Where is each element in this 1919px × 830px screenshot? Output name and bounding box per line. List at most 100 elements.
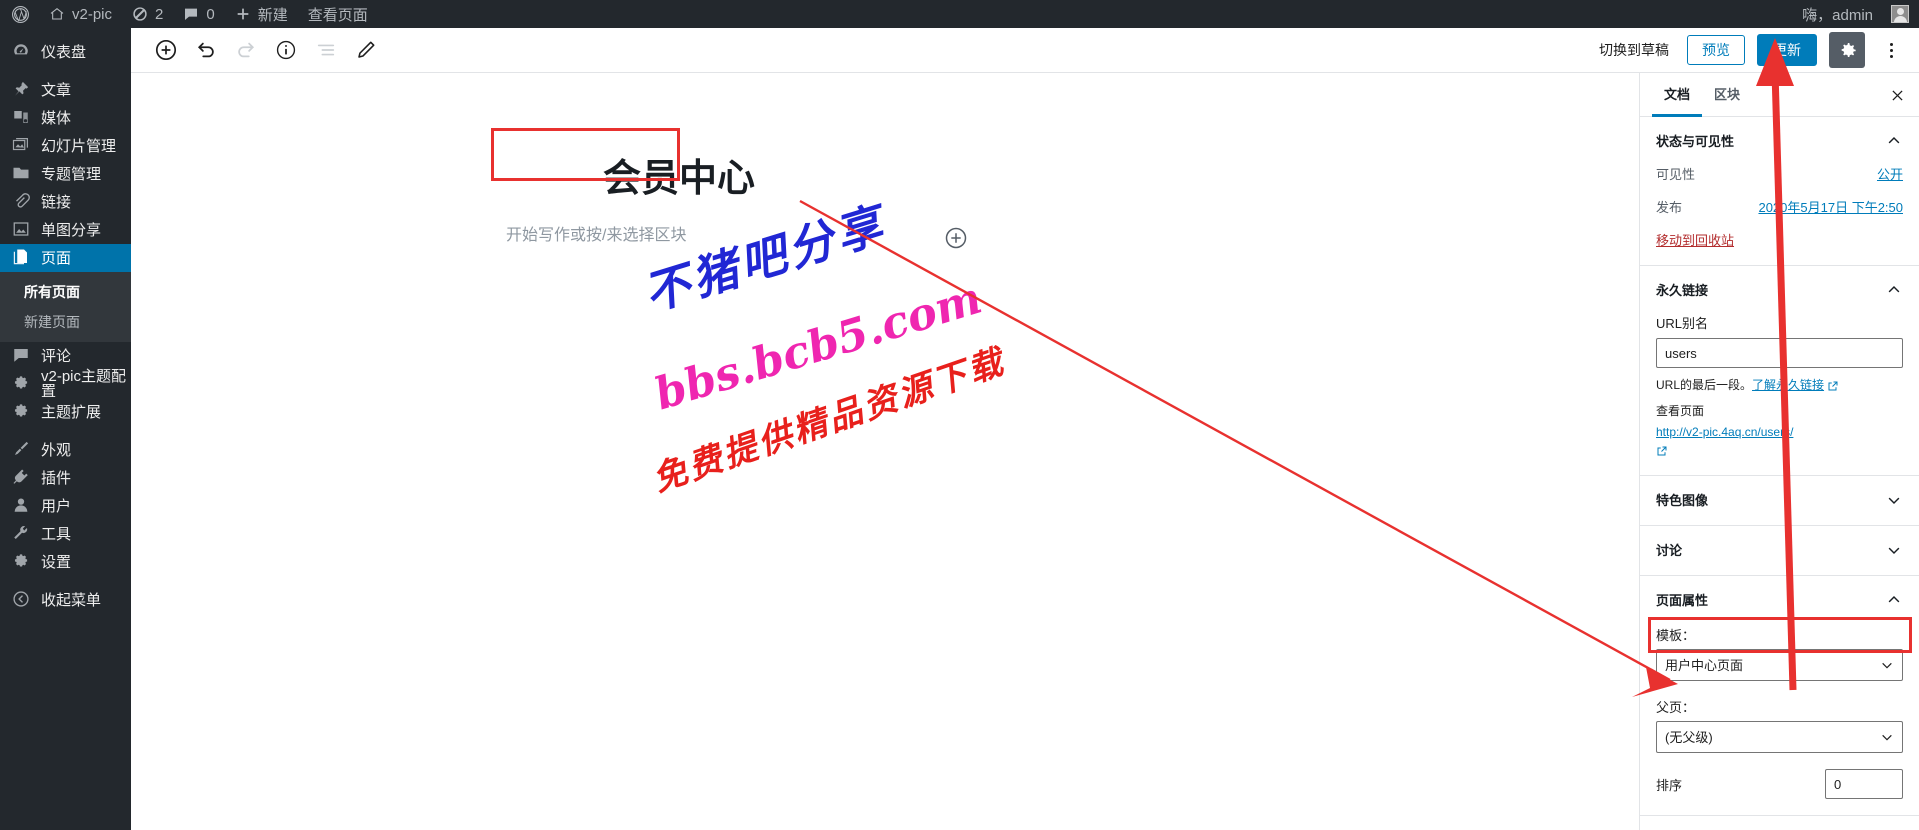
home-icon bbox=[49, 6, 65, 22]
tab-block[interactable]: 区块 bbox=[1702, 73, 1752, 117]
new-content-button[interactable]: 新建 bbox=[225, 0, 298, 28]
parent-label: 父页： bbox=[1656, 700, 1696, 715]
more-vertical-icon bbox=[1889, 42, 1893, 58]
content-info-button[interactable] bbox=[269, 33, 303, 67]
sidebar-item-label: 仪表盘 bbox=[41, 43, 87, 61]
editor-canvas[interactable]: 会员中心 开始写作或按/来选择区块 不猪吧分享 bbs.bcb5.com 免费提… bbox=[131, 73, 1639, 830]
update-button[interactable]: 更新 bbox=[1757, 33, 1817, 67]
sidebar-top-gap bbox=[0, 28, 131, 38]
order-input[interactable] bbox=[1825, 769, 1903, 799]
external-link-icon bbox=[1827, 380, 1839, 392]
sidebar-item-users[interactable]: 用户 bbox=[0, 492, 131, 520]
visibility-value-button[interactable]: 公开 bbox=[1877, 164, 1903, 183]
account-greeting: 嗨，admin bbox=[1802, 6, 1873, 24]
submenu-item-new-page[interactable]: 新建页面 bbox=[0, 307, 131, 337]
sidebar-item-collapse-menu[interactable]: 收起菜单 bbox=[0, 586, 131, 614]
sidebar-item-label: 设置 bbox=[41, 553, 72, 571]
sidebar-item-dashboard[interactable]: 仪表盘 bbox=[0, 38, 131, 66]
template-select[interactable]: 用户中心页面 bbox=[1656, 649, 1903, 681]
sidebar-item-label: 工具 bbox=[41, 525, 72, 543]
publish-date-button[interactable]: 2020年5月17日 下午2:50 bbox=[1758, 197, 1903, 216]
sidebar-item-settings[interactable]: 设置 bbox=[0, 548, 131, 576]
sidebar-item-pages[interactable]: 页面 bbox=[0, 244, 131, 272]
comments-count: 0 bbox=[206, 5, 215, 23]
panel-permalink-header[interactable]: 永久链接 bbox=[1656, 280, 1903, 299]
close-settings-button[interactable] bbox=[1879, 77, 1915, 113]
undo-icon bbox=[195, 39, 217, 61]
sidebar-item-comments[interactable]: 评论 bbox=[0, 342, 131, 370]
sidebar-gap-1 bbox=[0, 66, 131, 76]
comments-button[interactable]: 0 bbox=[173, 0, 224, 28]
comment-bubble-icon bbox=[183, 6, 199, 22]
new-content-label: 新建 bbox=[257, 6, 288, 24]
editor-header-actions: 切换到草稿 预览 更新 bbox=[1593, 32, 1919, 68]
close-icon bbox=[1889, 87, 1906, 104]
publish-row: 发布 2020年5月17日 下午2:50 bbox=[1656, 197, 1903, 216]
pin-icon bbox=[12, 80, 32, 100]
panel-discussion-header[interactable]: 讨论 bbox=[1656, 540, 1903, 559]
view-page-group: 查看页面 http://v2-pic.4aq.cn/users/ bbox=[1656, 402, 1903, 459]
sidebar-item-theme-config[interactable]: v2-pic主题配置 bbox=[0, 368, 131, 400]
submenu-item-all-pages[interactable]: 所有页面 bbox=[0, 277, 131, 307]
post-title[interactable]: 会员中心 bbox=[603, 154, 755, 203]
slug-label: URL别名 bbox=[1656, 316, 1709, 331]
slug-input[interactable] bbox=[1656, 338, 1903, 368]
block-inserter-button[interactable] bbox=[944, 226, 968, 250]
avatar bbox=[1891, 5, 1909, 23]
move-to-trash-button[interactable]: 移动到回收站 bbox=[1656, 230, 1734, 249]
admin-bar-account[interactable]: 嗨，admin bbox=[1792, 0, 1919, 28]
switch-to-draft-button[interactable]: 切换到草稿 bbox=[1593, 39, 1675, 61]
view-page-url-link[interactable]: http://v2-pic.4aq.cn/users/ bbox=[1656, 423, 1903, 441]
updates-button[interactable]: 2 bbox=[122, 0, 173, 28]
settings-toggle-button[interactable] bbox=[1829, 32, 1865, 68]
undo-button[interactable] bbox=[189, 33, 223, 67]
appearance-icon bbox=[12, 440, 32, 460]
paragraph-placeholder[interactable]: 开始写作或按/来选择区块 bbox=[506, 221, 686, 245]
wordpress-logo-button[interactable] bbox=[0, 0, 39, 28]
more-options-button[interactable] bbox=[1877, 32, 1905, 68]
watermark-url: bbs.bcb5.com bbox=[648, 272, 988, 421]
panel-title: 特色图像 bbox=[1656, 493, 1709, 508]
add-block-icon bbox=[154, 38, 178, 62]
sidebar-item-theme-extensions[interactable]: 主题扩展 bbox=[0, 398, 131, 426]
sidebar-item-media[interactable]: 媒体 bbox=[0, 104, 131, 132]
sidebar-item-label: 幻灯片管理 bbox=[41, 137, 117, 155]
sidebar-item-links[interactable]: 链接 bbox=[0, 188, 131, 216]
media-icon bbox=[12, 108, 32, 128]
admin-bar: v2-pic 2 0 新建 查看页面 嗨，admin bbox=[0, 0, 1919, 28]
external-link-icon bbox=[1656, 445, 1668, 457]
list-view-button[interactable] bbox=[309, 33, 343, 67]
template-label: 模板： bbox=[1656, 628, 1696, 643]
watermark-tagline: 免费提供精品资源下载 bbox=[647, 341, 1011, 500]
order-row: 排序 bbox=[1656, 769, 1903, 799]
sidebar-item-tools[interactable]: 工具 bbox=[0, 520, 131, 548]
site-name-button[interactable]: v2-pic bbox=[39, 0, 122, 28]
sidebar-item-appearance[interactable]: 外观 bbox=[0, 436, 131, 464]
sidebar-item-slides[interactable]: 幻灯片管理 bbox=[0, 132, 131, 160]
edit-mode-button[interactable] bbox=[349, 33, 383, 67]
panel-page-attributes: 页面属性 模板： 用户中心页面 父页： (无父级) 排序 0 bbox=[1640, 576, 1919, 816]
tools-icon bbox=[12, 524, 32, 544]
slug-field-group: URL别名 bbox=[1656, 313, 1903, 368]
add-block-button[interactable] bbox=[149, 33, 183, 67]
sidebar-item-label: v2-pic主题配置 bbox=[41, 368, 127, 400]
sidebar-item-single-image[interactable]: 单图分享 bbox=[0, 216, 131, 244]
panel-status-header[interactable]: 状态与可见性 bbox=[1656, 131, 1903, 150]
redo-button[interactable] bbox=[229, 33, 263, 67]
sidebar-item-posts[interactable]: 文章 bbox=[0, 76, 131, 104]
tab-document[interactable]: 文档 bbox=[1652, 73, 1703, 117]
learn-permalinks-link[interactable]: 了解永久链接 bbox=[1752, 378, 1824, 392]
wordpress-block-editor-screen: v2-pic 2 0 新建 查看页面 嗨，admin 仪表盘 文章 媒体 幻灯片… bbox=[0, 0, 1919, 830]
updates-count: 2 bbox=[155, 5, 164, 23]
users-icon bbox=[12, 496, 32, 516]
sidebar-item-topics[interactable]: 专题管理 bbox=[0, 160, 131, 188]
sidebar-item-plugins[interactable]: 插件 bbox=[0, 464, 131, 492]
preview-button[interactable]: 预览 bbox=[1687, 34, 1745, 66]
parent-page-select[interactable]: (无父级) bbox=[1656, 721, 1903, 753]
wordpress-logo-icon bbox=[11, 5, 30, 24]
view-page-button[interactable]: 查看页面 bbox=[298, 0, 378, 28]
panel-featured-image-header[interactable]: 特色图像 bbox=[1656, 490, 1903, 509]
panel-page-attributes-header[interactable]: 页面属性 bbox=[1656, 590, 1903, 609]
sidebar-item-label: 插件 bbox=[41, 469, 72, 487]
panel-status-visibility: 状态与可见性 可见性 公开 发布 2020年5月17日 下午2:50 移动到回收… bbox=[1640, 117, 1919, 266]
